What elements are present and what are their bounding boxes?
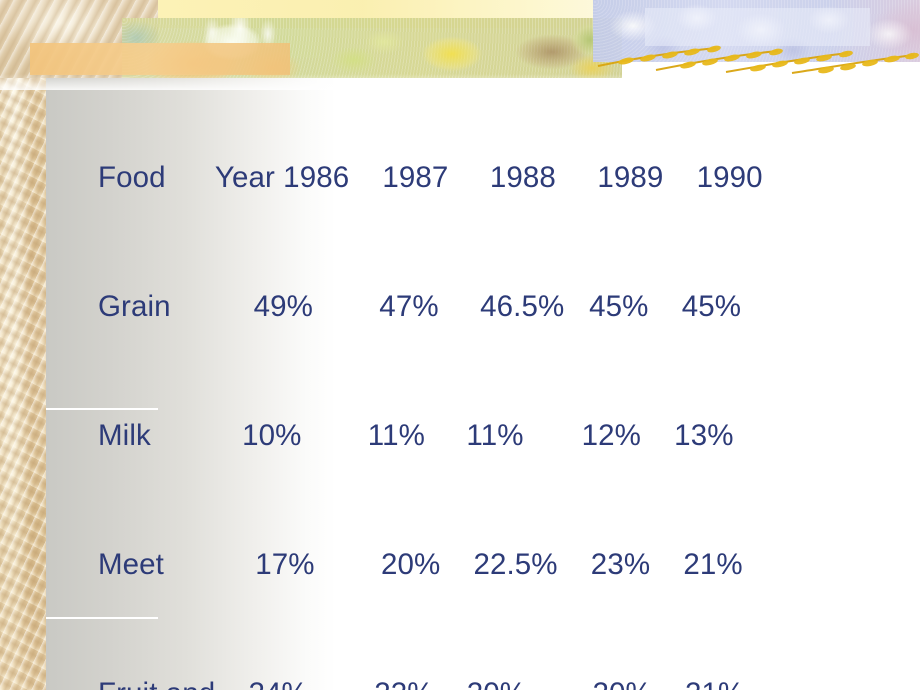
food-consumption-table-text: Food Year 1986 1987 1988 1989 1990 Grain…	[98, 70, 910, 690]
left-decorative-border	[0, 0, 46, 690]
slide-canvas: Food Year 1986 1987 1988 1989 1990 Grain…	[0, 0, 920, 690]
table-row-meet: Meet 17% 20% 22.5% 23% 21%	[98, 548, 743, 581]
wheat-stalks-icon	[596, 40, 920, 74]
table-row-milk: Milk 10% 11% 11% 12% 13%	[98, 419, 734, 452]
table-row-fruit: Fruit and 24% 22% 20% 20% 21%	[98, 672, 910, 690]
table-row-grain: Grain 49% 47% 46.5% 45% 45%	[98, 290, 742, 323]
table-header-line: Food Year 1986 1987 1988 1989 1990	[98, 161, 763, 194]
